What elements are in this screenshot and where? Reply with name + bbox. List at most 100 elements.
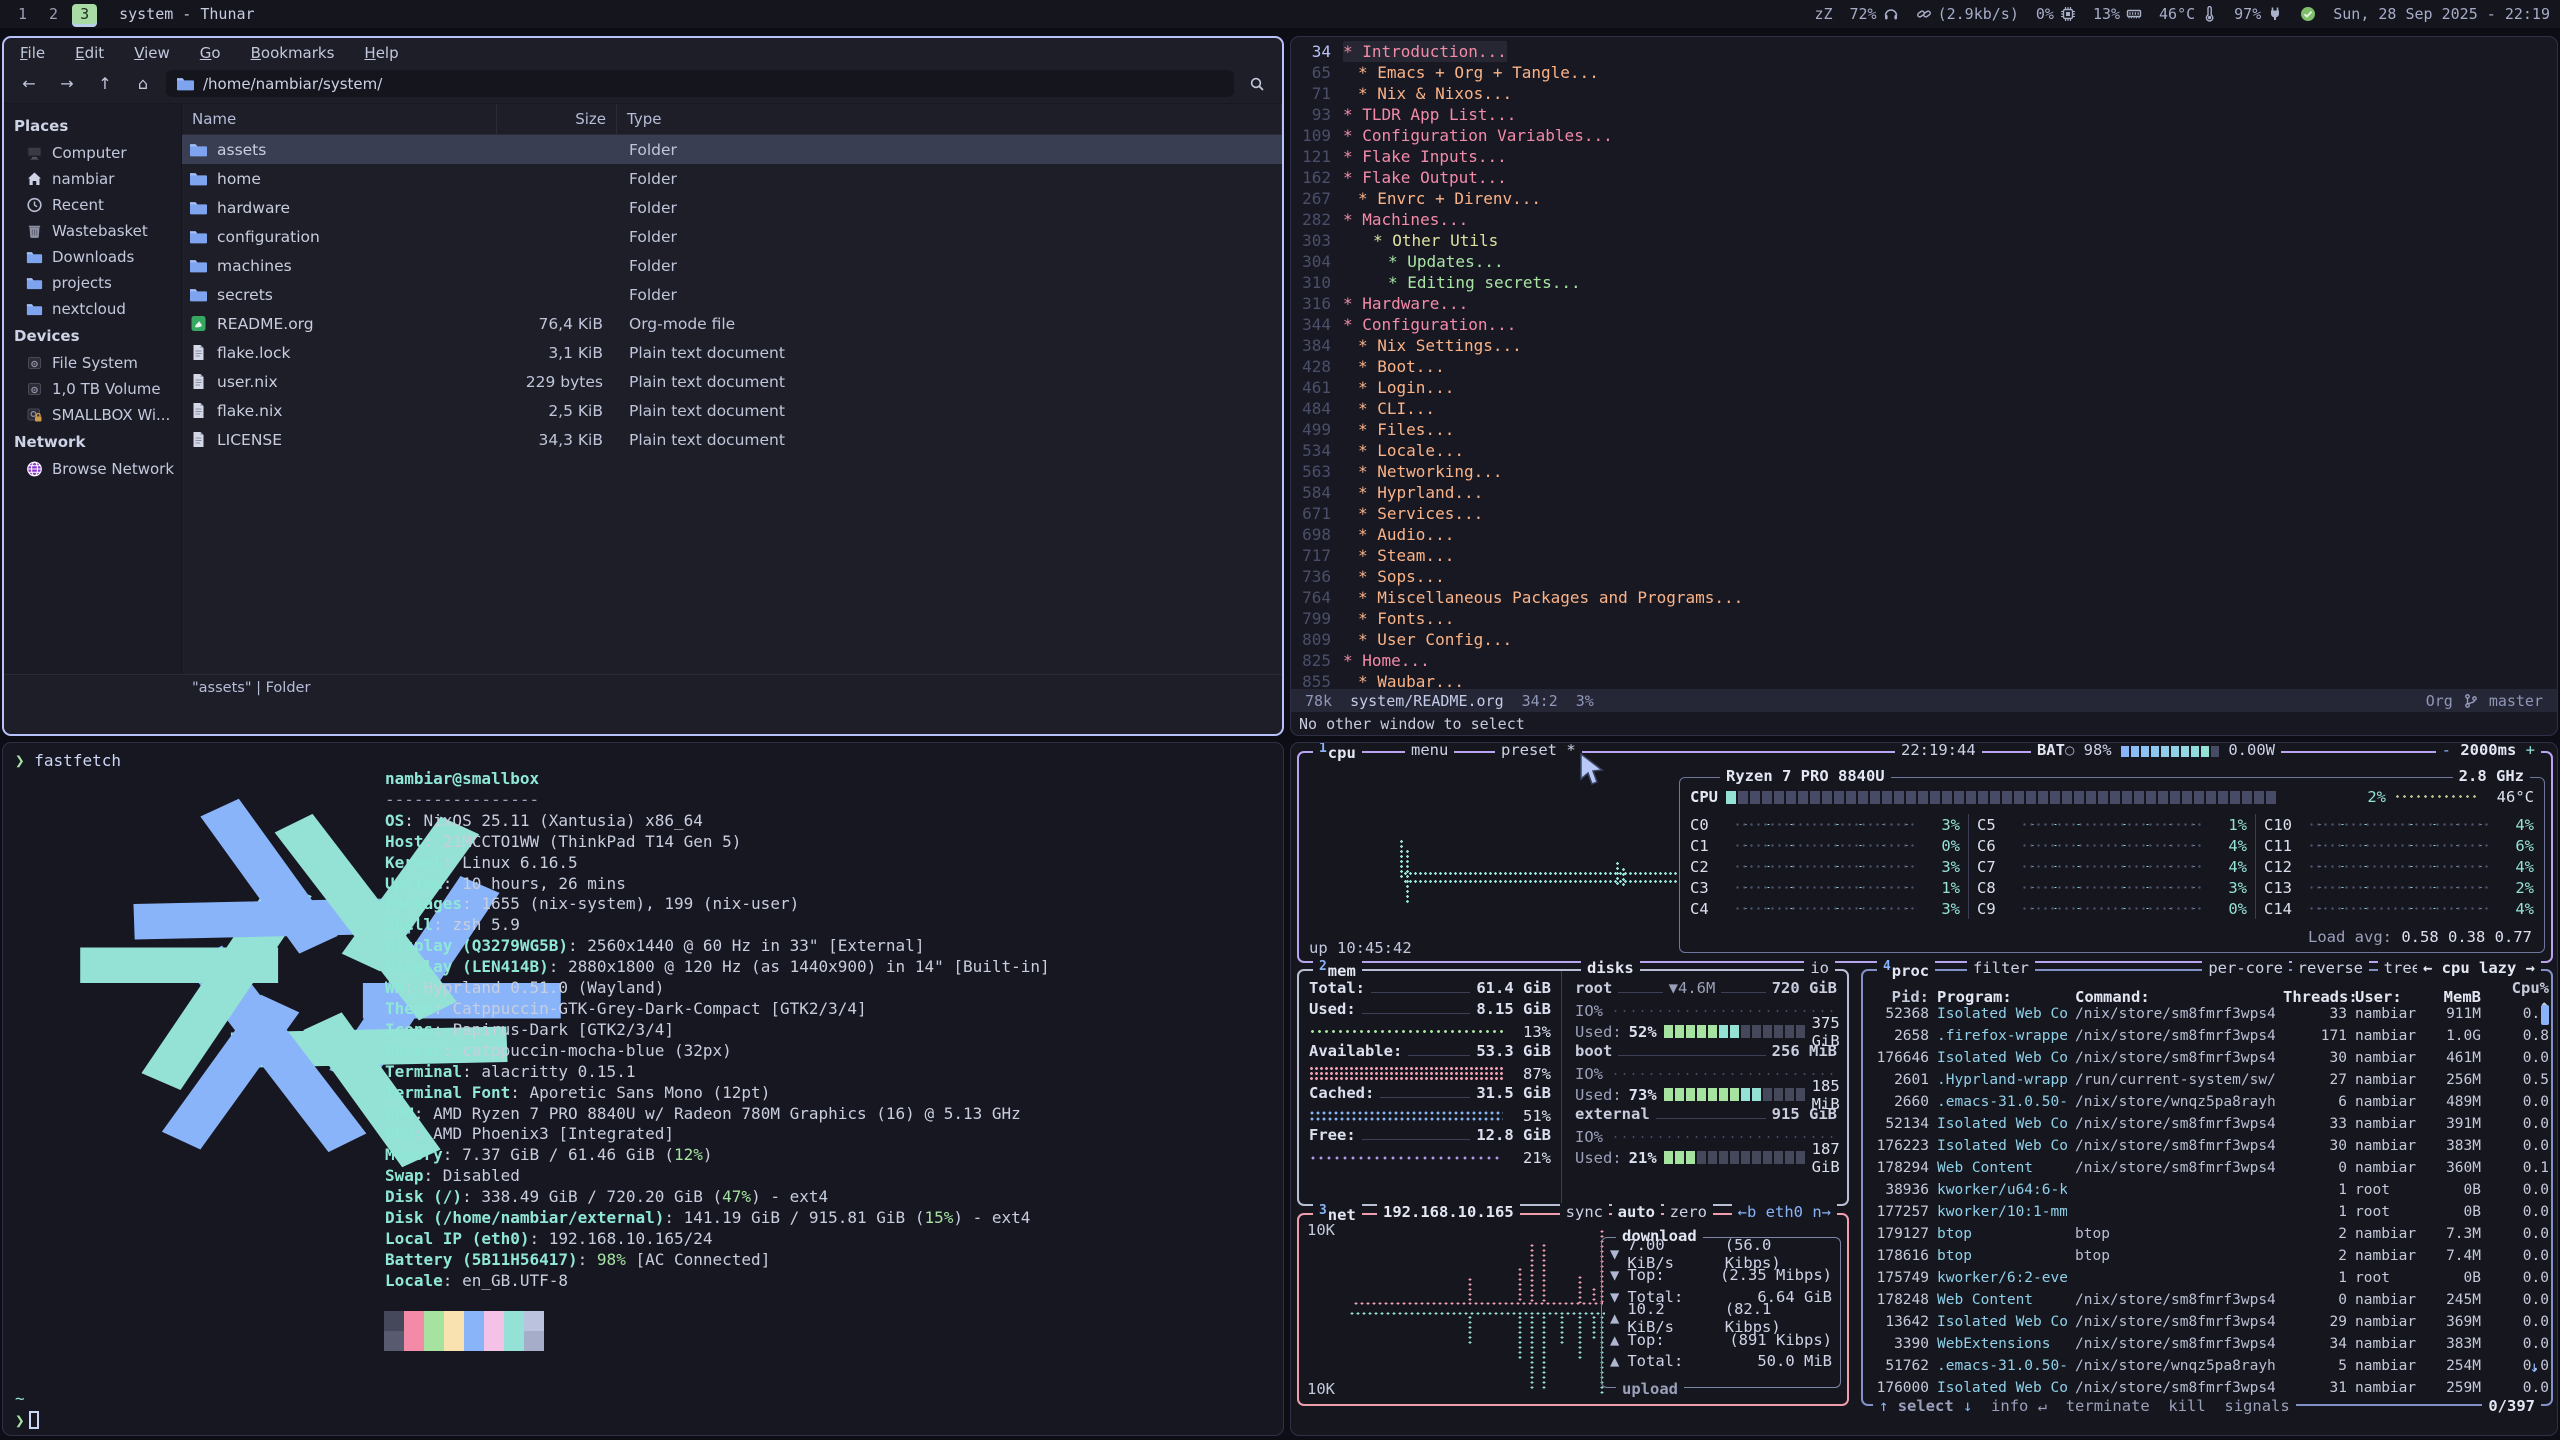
org-heading-line[interactable]: 304* Updates...	[1297, 251, 2551, 272]
org-heading-line[interactable]: 534* Locale...	[1297, 440, 2551, 461]
org-heading-line[interactable]: 316* Hardware...	[1297, 293, 2551, 314]
sidebar-item-nambiar[interactable]: nambiar	[4, 166, 181, 192]
tab-per-core[interactable]: per-core	[2202, 959, 2289, 977]
org-heading-line[interactable]: 282* Machines...	[1297, 209, 2551, 230]
org-heading-line[interactable]: 384* Nix Settings...	[1297, 335, 2551, 356]
sidebar-item-computer[interactable]: Computer	[4, 140, 181, 166]
menu-bookmarks[interactable]: Bookmarks	[251, 44, 335, 62]
tab-reverse[interactable]: reverse	[2292, 959, 2369, 977]
sidebar-item-smallbox-wi-[interactable]: SMALLBOX Wi...	[4, 402, 181, 428]
file-row[interactable]: homeFolder	[182, 164, 1282, 193]
org-heading-line[interactable]: 671* Services...	[1297, 503, 2551, 524]
proc-scrollbar[interactable]	[2541, 1005, 2549, 1025]
org-heading-line[interactable]: 109* Configuration Variables...	[1297, 125, 2551, 146]
org-heading-line[interactable]: 162* Flake Output...	[1297, 167, 2551, 188]
org-heading-line[interactable]: 563* Networking...	[1297, 461, 2551, 482]
org-heading-line[interactable]: 121* Flake Inputs...	[1297, 146, 2551, 167]
org-heading-line[interactable]: 736* Sops...	[1297, 566, 2551, 587]
org-heading-line[interactable]: 303* Other Utils	[1297, 230, 2551, 251]
back-button[interactable]: ←	[14, 71, 44, 97]
file-row[interactable]: LICENSE34,3 KiBPlain text document	[182, 425, 1282, 454]
process-row[interactable]: 13642Isolated Web Co/nix/store/sm8fmrf3w…	[1865, 1311, 2543, 1333]
process-row[interactable]: 176000Isolated Web Co/nix/store/sm8fmrf3…	[1865, 1377, 2543, 1399]
tab-sync[interactable]: sync	[1560, 1203, 1609, 1221]
process-row[interactable]: 2601.Hyprland-wrapp/run/current-system/s…	[1865, 1069, 2543, 1091]
file-row[interactable]: configurationFolder	[182, 222, 1282, 251]
sidebar-item-wastebasket[interactable]: Wastebasket	[4, 218, 181, 244]
sidebar-item-projects[interactable]: projects	[4, 270, 181, 296]
org-heading-line[interactable]: 499* Files...	[1297, 419, 2551, 440]
sidebar-item-1-0-tb-volume[interactable]: 1,0 TB Volume	[4, 376, 181, 402]
process-row[interactable]: 3390WebExtensions/nix/store/sm8fmrf3wps4…	[1865, 1333, 2543, 1355]
org-heading-line[interactable]: 344* Configuration...	[1297, 314, 2551, 335]
tab-interface[interactable]: ←b eth0 n→	[1732, 1203, 1837, 1221]
org-heading-line[interactable]: 310* Editing secrets...	[1297, 272, 2551, 293]
process-row[interactable]: 176223Isolated Web Co/nix/store/sm8fmrf3…	[1865, 1135, 2543, 1157]
tab-mem[interactable]: 2mem	[1313, 959, 1362, 980]
process-row[interactable]: 178294Web Content/nix/store/sm8fmrf3wps4…	[1865, 1157, 2543, 1179]
process-row[interactable]: 52368Isolated Web Co/nix/store/sm8fmrf3w…	[1865, 1003, 2543, 1025]
column-type[interactable]: Type	[617, 104, 1282, 134]
menu-go[interactable]: Go	[200, 44, 221, 62]
file-row[interactable]: assetsFolder	[182, 135, 1282, 164]
menu-help[interactable]: Help	[364, 44, 398, 62]
sidebar-item-recent[interactable]: Recent	[4, 192, 181, 218]
process-row[interactable]: 175749kworker/6:2-even1root0B0.0	[1865, 1267, 2543, 1289]
org-heading-line[interactable]: 799* Fonts...	[1297, 608, 2551, 629]
file-row[interactable]: user.nix229 bytesPlain text document	[182, 367, 1282, 396]
process-row[interactable]: 177257kworker/10:1-mm_1root0B0.0	[1865, 1201, 2543, 1223]
workspace-3[interactable]: 3	[72, 4, 97, 24]
menu-file[interactable]: File	[20, 44, 45, 62]
tab-zero[interactable]: zero	[1664, 1203, 1713, 1221]
file-row[interactable]: flake.lock3,1 KiBPlain text document	[182, 338, 1282, 367]
file-row[interactable]: README.org76,4 KiBOrg-mode file	[182, 309, 1282, 338]
file-row[interactable]: secretsFolder	[182, 280, 1282, 309]
sidebar-item-nextcloud[interactable]: nextcloud	[4, 296, 181, 322]
tab-filter[interactable]: filter	[1967, 959, 2035, 977]
sidebar-item-browse-network[interactable]: Browse Network	[4, 456, 181, 482]
tab-auto[interactable]: auto	[1612, 1203, 1661, 1221]
sidebar-item-downloads[interactable]: Downloads	[4, 244, 181, 270]
org-heading-line[interactable]: 71* Nix & Nixos...	[1297, 83, 2551, 104]
up-button[interactable]: ↑	[90, 71, 120, 97]
org-heading-line[interactable]: 267* Envrc + Direnv...	[1297, 188, 2551, 209]
file-row[interactable]: hardwareFolder	[182, 193, 1282, 222]
tab-io[interactable]: io	[1804, 959, 1835, 977]
menu-view[interactable]: View	[134, 44, 170, 62]
home-button[interactable]: ⌂	[128, 71, 158, 97]
org-heading-line[interactable]: 584* Hyprland...	[1297, 482, 2551, 503]
org-heading-line[interactable]: 484* CLI...	[1297, 398, 2551, 419]
process-row[interactable]: 178248Web Content/nix/store/sm8fmrf3wps4…	[1865, 1289, 2543, 1311]
process-row[interactable]: 178616btopbtop2nambiar7.4M0.0	[1865, 1245, 2543, 1267]
org-heading-line[interactable]: 428* Boot...	[1297, 356, 2551, 377]
workspace-1[interactable]: 1	[10, 4, 35, 24]
file-row[interactable]: machinesFolder	[182, 251, 1282, 280]
org-heading-line[interactable]: 34* Introduction...	[1297, 41, 2551, 62]
sidebar-item-file-system[interactable]: File System	[4, 350, 181, 376]
process-row[interactable]: 51762.emacs-31.0.50-/nix/store/wnqz5pa8r…	[1865, 1355, 2543, 1377]
process-row[interactable]: 2658.firefox-wrappe/nix/store/sm8fmrf3wp…	[1865, 1025, 2543, 1047]
column-size[interactable]: Size	[497, 104, 617, 134]
org-heading-line[interactable]: 717* Steam...	[1297, 545, 2551, 566]
column-name[interactable]: Name	[182, 104, 497, 134]
workspace-2[interactable]: 2	[41, 4, 66, 24]
org-heading-line[interactable]: 65* Emacs + Org + Tangle...	[1297, 62, 2551, 83]
tab-proc[interactable]: 4proc	[1877, 959, 1935, 980]
process-row[interactable]: 179127btopbtop2nambiar7.3M0.0	[1865, 1223, 2543, 1245]
process-row[interactable]: 176646Isolated Web Co/nix/store/sm8fmrf3…	[1865, 1047, 2543, 1069]
file-row[interactable]: flake.nix2,5 KiBPlain text document	[182, 396, 1282, 425]
forward-button[interactable]: →	[52, 71, 82, 97]
process-row[interactable]: 52134Isolated Web Co/nix/store/sm8fmrf3w…	[1865, 1113, 2543, 1135]
org-heading-line[interactable]: 809* User Config...	[1297, 629, 2551, 650]
org-heading-line[interactable]: 825* Home...	[1297, 650, 2551, 671]
org-heading-line[interactable]: 855* Waubar...	[1297, 671, 2551, 689]
process-row[interactable]: 2660.emacs-31.0.50-/nix/store/wnqz5pa8ra…	[1865, 1091, 2543, 1113]
tab-disks[interactable]: disks	[1581, 959, 1640, 977]
org-heading-line[interactable]: 461* Login...	[1297, 377, 2551, 398]
org-heading-line[interactable]: 764* Miscellaneous Packages and Programs…	[1297, 587, 2551, 608]
menu-edit[interactable]: Edit	[75, 44, 104, 62]
path-bar[interactable]: /home/nambiar/system/	[166, 70, 1234, 97]
search-button[interactable]	[1242, 71, 1272, 97]
org-heading-line[interactable]: 93* TLDR App List...	[1297, 104, 2551, 125]
sort-selector[interactable]: ← cpu lazy →	[2417, 959, 2541, 977]
